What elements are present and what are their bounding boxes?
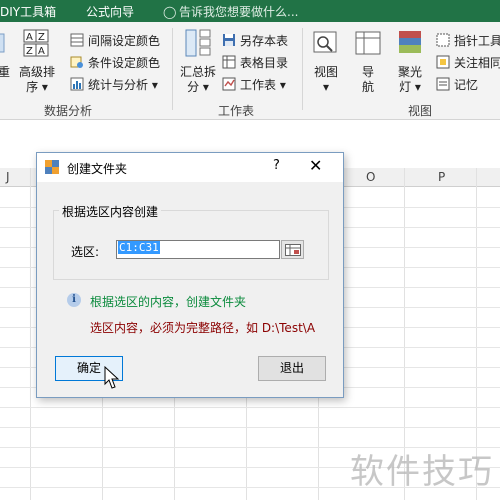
range-input[interactable]: C1:C31: [116, 240, 280, 259]
save-sheet-button[interactable]: 另存本表: [222, 30, 288, 50]
spotlight-label-1: 聚光: [397, 65, 422, 79]
stats-analysis-label: 统计与分析 ▾: [88, 77, 158, 92]
interval-color-button[interactable]: 间隔设定颜色: [70, 30, 160, 50]
ribbon: 重 A Z Z A 高级排 序 ▾ 间隔设定颜色 条件设定颜色 统计与分析 ▾ …: [0, 22, 500, 120]
pointer-tool-button[interactable]: 指针工具: [436, 30, 500, 50]
mouse-cursor-icon: [104, 366, 120, 389]
info-text: 根据选区的内容，创建文件夹: [90, 295, 247, 309]
warning-text: 选区内容，必须为完整路径，如 D:\Test\A: [90, 321, 316, 335]
sheet-index-label: 表格目录: [240, 55, 289, 70]
memo-icon: [436, 77, 450, 91]
range-picker-button[interactable]: [281, 240, 304, 259]
focus-same-label: 关注相同: [454, 55, 500, 70]
view-button[interactable]: 视图 ▾: [308, 28, 344, 95]
save-icon: [223, 34, 235, 46]
tab-diy-tools[interactable]: DIY工具箱: [0, 3, 56, 20]
summarize-split-label-1: 汇总拆: [179, 65, 216, 79]
view-icon: [313, 31, 337, 53]
sheet-index-button[interactable]: 表格目录: [222, 52, 288, 72]
memo-button[interactable]: 记忆: [436, 74, 478, 94]
advanced-sort-label-1: 高级排: [18, 65, 55, 79]
navigate-button[interactable]: 导 航: [350, 28, 386, 95]
worksheet-group-label: 工作表: [218, 104, 255, 118]
grid-line: [0, 407, 500, 408]
svg-text:Z: Z: [26, 46, 33, 57]
info-icon: i: [67, 293, 81, 307]
advanced-sort-label-2: 序 ▾: [26, 80, 48, 94]
stats-icon: [70, 77, 84, 91]
pointer-tool-label: 指针工具: [454, 33, 500, 48]
partial-button[interactable]: 重: [0, 28, 16, 80]
column-header-j[interactable]: J: [6, 170, 10, 184]
groupbox-title: 根据选区内容创建: [59, 203, 162, 220]
range-label: 选区:: [71, 245, 100, 259]
dialog-title-bar[interactable]: 创建文件夹 ? ✕: [37, 153, 343, 182]
svg-text:Z: Z: [38, 32, 45, 43]
help-icon[interactable]: ?: [273, 158, 280, 173]
summarize-split-icon: [185, 29, 211, 57]
focus-icon: [436, 55, 450, 69]
dialog-title: 创建文件夹: [67, 162, 128, 176]
conditional-color-button[interactable]: 条件设定颜色: [70, 52, 160, 72]
worksheet-menu-label: 工作表 ▾: [240, 77, 286, 92]
tab-formula-wizard[interactable]: 公式向导: [86, 3, 134, 20]
focus-same-button[interactable]: 关注相同: [436, 52, 500, 72]
save-sheet-label: 另存本表: [240, 33, 289, 48]
range-picker-icon: [284, 243, 301, 256]
interval-color-label: 间隔设定颜色: [88, 33, 161, 48]
grid-color-icon: [70, 33, 84, 47]
worksheet-icon: [222, 77, 236, 91]
column-header-o[interactable]: O: [366, 170, 375, 184]
az-sort-icon: A Z Z A: [23, 29, 49, 57]
worksheet-menu-button[interactable]: 工作表 ▾: [222, 74, 286, 94]
sheet-index-icon: [222, 55, 236, 69]
create-folder-dialog: 创建文件夹 ? ✕ 根据选区内容创建 选区: C1:C31 i 根据选区的内容，…: [36, 152, 344, 398]
ribbon-separator: [172, 28, 173, 110]
view-group-label: 视图: [408, 104, 433, 118]
lightbulb-icon: ◯: [163, 5, 177, 19]
memo-label: 记忆: [454, 77, 479, 92]
partial-label: 重: [0, 65, 10, 79]
data-analysis-group-label: 数据分析: [44, 104, 93, 118]
spotlight-icon: [399, 31, 421, 53]
navigate-label-2: 航: [361, 80, 374, 94]
column-header-p[interactable]: P: [438, 170, 445, 184]
tell-me-box[interactable]: ◯ 告诉我您想要做什么...: [163, 3, 298, 20]
svg-text:A: A: [26, 32, 33, 43]
pointer-icon: [436, 33, 450, 47]
stats-analysis-button[interactable]: 统计与分析 ▾: [70, 74, 158, 94]
exit-button[interactable]: 退出: [258, 356, 326, 381]
range-value: C1:C31: [118, 241, 160, 254]
view-label-2: ▾: [322, 80, 330, 94]
svg-text:A: A: [38, 46, 45, 57]
grid-line: [0, 427, 500, 428]
spotlight-label-2: 灯 ▾: [399, 80, 421, 94]
ribbon-separator: [302, 28, 303, 110]
spotlight-button[interactable]: 聚光 灯 ▾: [392, 28, 428, 95]
view-label-1: 视图: [313, 65, 338, 79]
navigate-icon: [355, 31, 381, 55]
close-icon[interactable]: ✕: [309, 156, 322, 175]
conditional-color-label: 条件设定颜色: [88, 55, 161, 70]
grid-line: [30, 168, 31, 500]
summarize-split-button[interactable]: 汇总拆 分 ▾: [176, 28, 220, 95]
navigate-label-1: 导: [361, 65, 374, 79]
tell-me-text: 告诉我您想要做什么...: [179, 5, 299, 19]
condition-color-icon: [70, 56, 83, 68]
app-icon: [45, 160, 59, 174]
ribbon-tab-bar: DIY工具箱 公式向导 ◯ 告诉我您想要做什么...: [0, 0, 500, 22]
advanced-sort-button[interactable]: A Z Z A 高级排 序 ▾: [15, 28, 59, 95]
watermark-text: 软件技巧: [350, 452, 494, 492]
summarize-split-label-2: 分 ▾: [187, 80, 209, 94]
